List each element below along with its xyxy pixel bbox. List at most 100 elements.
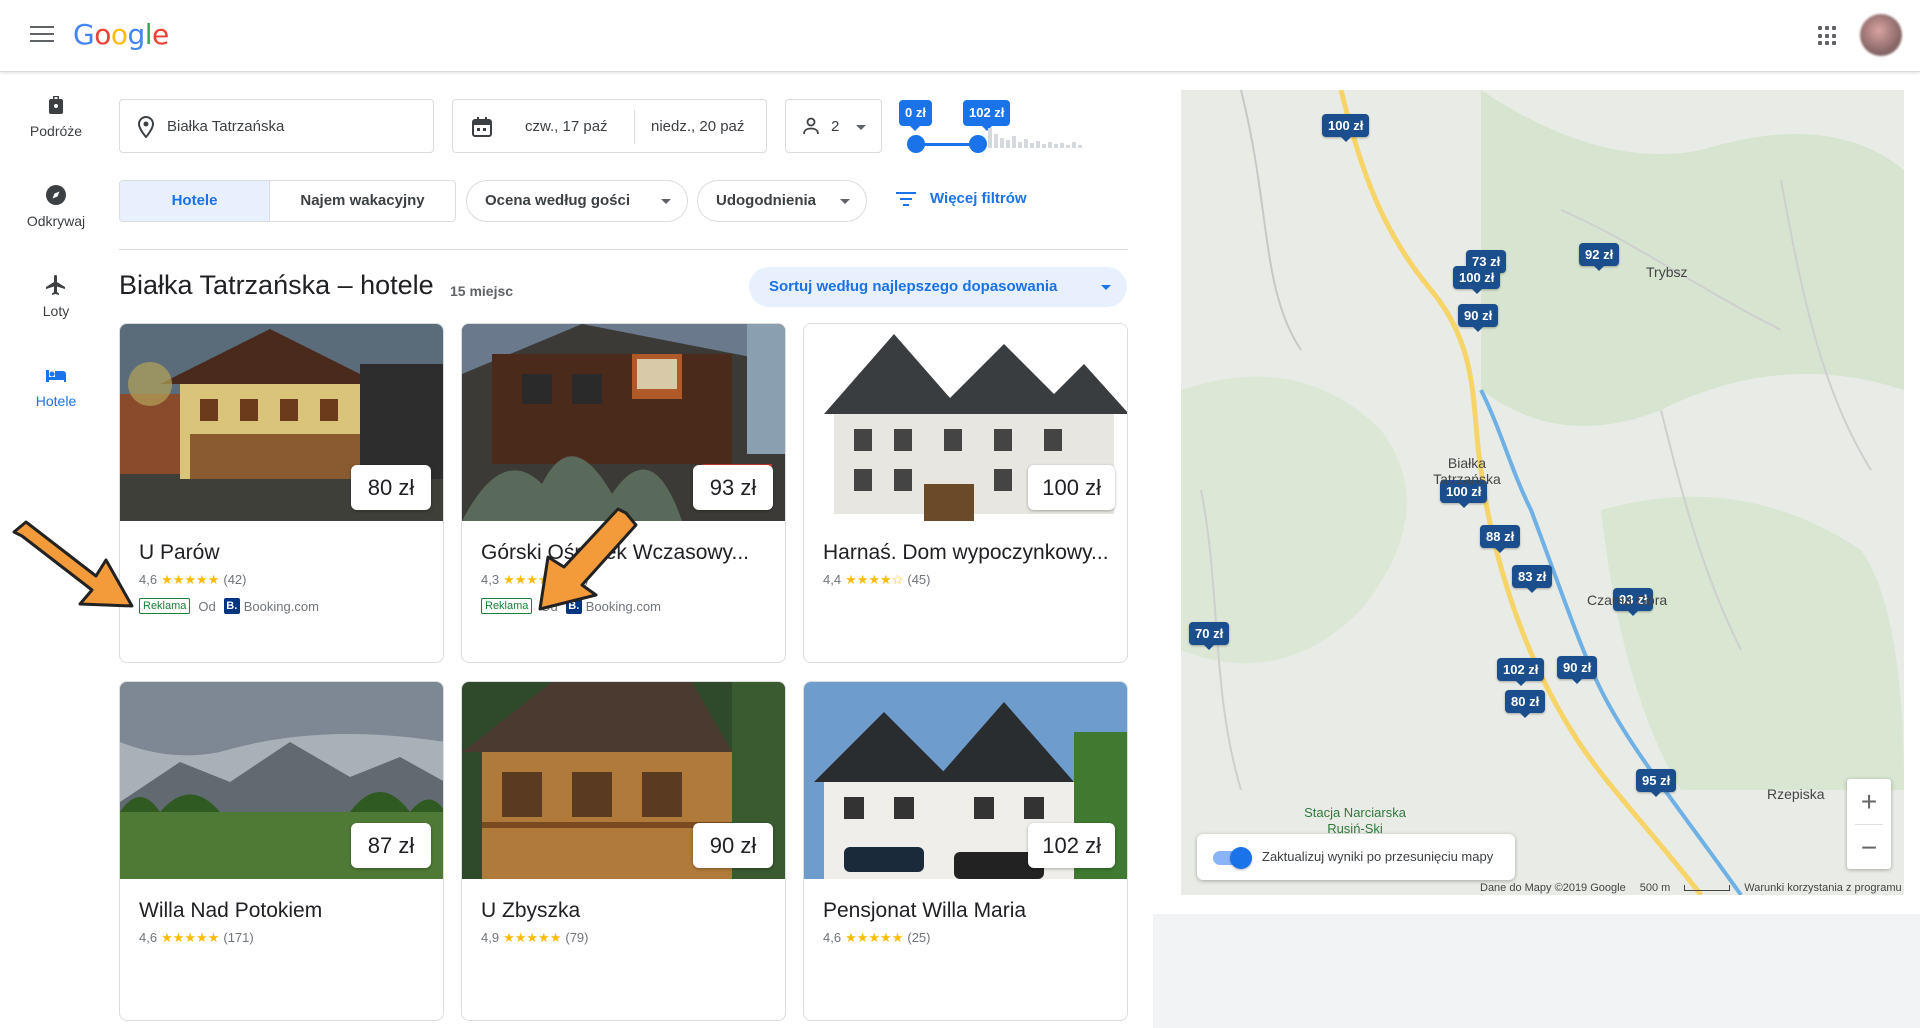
date-picker[interactable]: czw., 17 paź niedz., 20 paź: [452, 99, 767, 153]
map-price-pin[interactable]: 90 zł: [1458, 304, 1499, 332]
price-max-label: 102 zł: [963, 100, 1011, 131]
map-town-label: Czarna Góra: [1587, 592, 1668, 608]
hamburger-menu-icon[interactable]: [30, 26, 54, 46]
rail-item-hotele[interactable]: Hotele: [0, 363, 112, 409]
map-poi-label[interactable]: Stacja Narciarska Rusiń-Ski: [1285, 805, 1425, 837]
map-price-pin[interactable]: 90 zł: [1557, 656, 1598, 684]
hotel-card[interactable]: 80 zł U Parów 4,6 ★★★★★ (42) Reklama Od B. Bo…: [119, 323, 444, 663]
map-terms-link[interactable]: Warunki korzystania z programu: [1744, 882, 1901, 894]
hotel-card[interactable]: 93 zł Górski Ośrodek Wczasowy... 4,3 ★★★★…: [461, 323, 786, 663]
filter-icon: [896, 192, 916, 206]
hotel-card[interactable]: 87 zł Willa Nad Potokiem 4,6 ★★★★★ (171): [119, 681, 444, 1021]
person-icon: [803, 117, 819, 135]
review-count: (45): [907, 572, 931, 587]
price-max-handle[interactable]: [969, 135, 987, 153]
map-town-label: Trybsz: [1646, 264, 1688, 280]
map-attribution: Dane do Mapy ©2019 Google 500 m Warunki ko…: [1480, 882, 1916, 894]
checkout-date[interactable]: niedz., 20 paź: [651, 118, 744, 135]
map-town-label: Rzepiska: [1767, 786, 1825, 802]
map-price-pin[interactable]: 100 zł: [1322, 114, 1370, 142]
hotel-rating: 4,3 ★★★★☆ (56): [481, 572, 588, 588]
price-tag: 87 zł: [351, 823, 431, 868]
location-input[interactable]: Białka Tatrzańska: [119, 99, 434, 153]
review-count: (42): [223, 572, 247, 587]
map-price-pin[interactable]: 102 zł: [1497, 658, 1545, 686]
google-logo[interactable]: Google: [73, 18, 169, 51]
map-price-pin[interactable]: 100 zł: [1453, 266, 1501, 294]
location-value: Białka Tatrzańska: [167, 118, 285, 135]
price-histogram: [988, 128, 1086, 148]
hotel-name: Górski Ośrodek Wczasowy...: [481, 541, 749, 564]
ad-badge: Reklama: [481, 598, 533, 614]
zoom-out-button[interactable]: −: [1847, 825, 1891, 870]
from-label: Od: [198, 598, 216, 614]
bed-icon: [46, 370, 66, 382]
ad-line: Reklama Od B. Booking.com: [139, 598, 319, 614]
rail-item-odkrywaj[interactable]: Odkrywaj: [0, 183, 112, 229]
map-scale-bar: [1684, 885, 1731, 892]
top-bar: Google: [0, 0, 1920, 72]
amenities-filter[interactable]: Udogodnienia: [697, 180, 867, 222]
rating-value: 4,6: [139, 572, 158, 587]
price-tag: 93 zł: [693, 465, 773, 510]
hotel-name: U Parów: [139, 541, 220, 564]
map[interactable]: [1181, 90, 1904, 895]
hotel-card[interactable]: 100 zł Harnaś. Dom wypoczynkowy... 4,4 ★★…: [803, 323, 1128, 663]
hotel-card[interactable]: 102 zł Pensjonat Willa Maria 4,6 ★★★★★ (25…: [803, 681, 1128, 1021]
sort-dropdown[interactable]: Sortuj według najlepszego dopasowania: [749, 267, 1127, 307]
map-terrain: [1181, 90, 1904, 895]
provider-name: Booking.com: [243, 598, 319, 614]
star-rating-icon: ★★★★★: [845, 930, 904, 945]
price-tag: 80 zł: [351, 465, 431, 510]
review-count: (56): [565, 572, 589, 587]
review-count: (25): [907, 930, 931, 945]
apps-grid-icon[interactable]: [1818, 26, 1838, 46]
map-price-pin[interactable]: 70 zł: [1189, 622, 1230, 650]
rail-item-podroze[interactable]: Podróże: [0, 93, 112, 139]
chevron-down-icon: [1101, 285, 1111, 290]
property-type-toggle: Hotele Najem wakacyjny: [119, 180, 456, 222]
tab-hotels[interactable]: Hotele: [120, 181, 270, 221]
map-town-label: Białka Tatrzańska: [1433, 455, 1501, 487]
star-rating-icon: ★★★★★: [161, 572, 220, 587]
date-separator: [634, 110, 635, 144]
hotel-name: Harnaś. Dom wypoczynkowy...: [823, 541, 1109, 564]
map-update-toggle[interactable]: Zaktualizuj wyniki po przesunięciu mapy: [1197, 834, 1515, 880]
rating-value: 4,6: [823, 930, 842, 945]
map-price-pin[interactable]: 88 zł: [1480, 525, 1521, 553]
hotel-rating: 4,6 ★★★★★ (171): [139, 930, 254, 946]
map-price-pin[interactable]: 83 zł: [1512, 565, 1553, 593]
avatar[interactable]: [1860, 14, 1902, 56]
map-price-pin[interactable]: 95 zł: [1636, 769, 1677, 797]
tab-vacation-rentals[interactable]: Najem wakacyjny: [270, 181, 455, 221]
hotel-rating: 4,9 ★★★★★ (79): [481, 930, 588, 946]
guest-rating-filter[interactable]: Ocena według gości: [466, 180, 688, 222]
chevron-down-icon: [661, 199, 671, 204]
rail-label: Hotele: [35, 393, 77, 409]
map-price-pin[interactable]: 92 zł: [1579, 243, 1620, 271]
rating-value: 4,4: [823, 572, 842, 587]
hotel-card[interactable]: 90 zł U Zbyszka 4,9 ★★★★★ (79): [461, 681, 786, 1021]
price-tag: 100 zł: [1028, 465, 1115, 510]
zoom-in-button[interactable]: +: [1847, 779, 1891, 824]
rail-item-loty[interactable]: Loty: [0, 273, 112, 319]
guests-select[interactable]: 2: [785, 99, 882, 153]
toggle-thumb[interactable]: [1230, 847, 1252, 869]
guests-count: 2: [831, 118, 840, 135]
chip-label: Ocena według gości: [485, 192, 631, 209]
price-min-handle[interactable]: [907, 135, 925, 153]
sort-label: Sortuj według najlepszego dopasowania: [769, 278, 1058, 295]
chevron-down-icon: [856, 125, 866, 130]
ad-line: Reklama Od B. Booking.com: [481, 598, 661, 614]
review-count: (171): [223, 930, 254, 945]
luggage-icon: [49, 96, 63, 114]
map-scale-label: 500 m: [1639, 882, 1671, 894]
price-min-label: 0 zł: [899, 100, 932, 131]
rail-label: Loty: [42, 303, 70, 319]
star-rating-icon: ★★★★★: [161, 930, 220, 945]
checkin-date[interactable]: czw., 17 paź: [525, 118, 608, 135]
hotel-rating: 4,6 ★★★★★ (25): [823, 930, 930, 946]
booking-logo-icon: B.: [223, 598, 240, 614]
booking-logo-icon: B.: [565, 598, 582, 614]
map-price-pin[interactable]: 80 zł: [1505, 690, 1546, 718]
